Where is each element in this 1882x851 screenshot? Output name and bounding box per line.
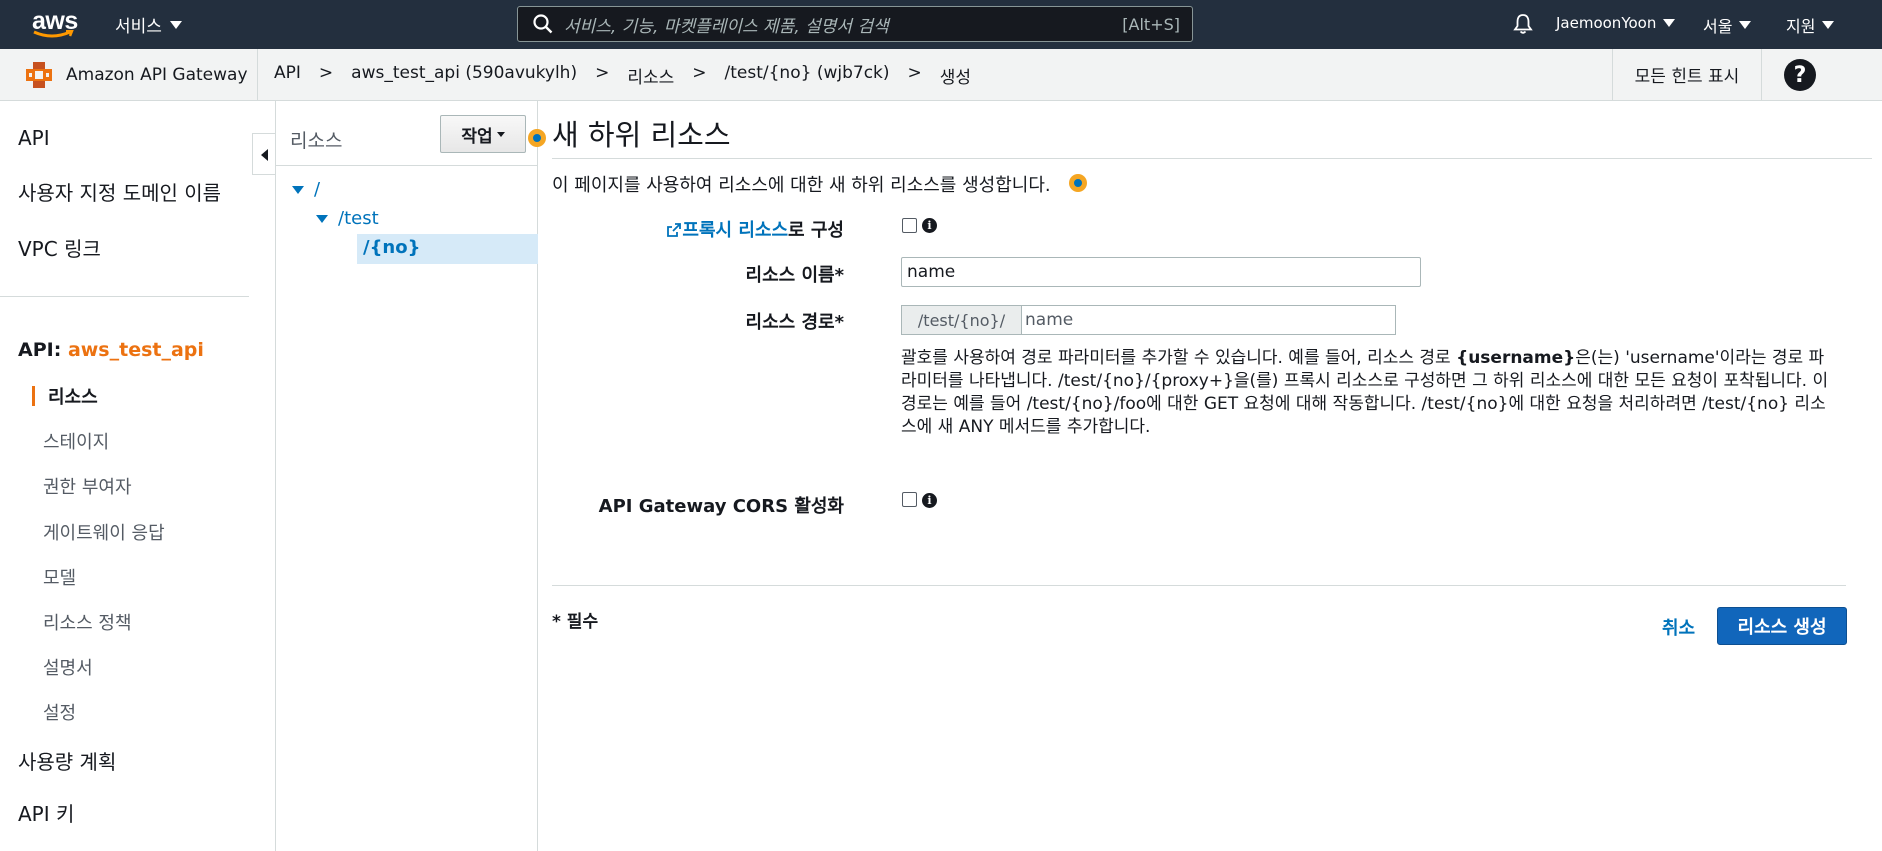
- chevron-down-icon: [1822, 21, 1835, 29]
- service-name: Amazon API Gateway: [66, 64, 248, 85]
- resource-name-input[interactable]: name: [901, 257, 1421, 287]
- api-prefix: API:: [18, 339, 62, 361]
- breadcrumb-item-create: 생성: [939, 68, 972, 88]
- nav-item-stages[interactable]: 스테이지: [43, 428, 109, 454]
- resource-tree-title: 리소스: [290, 130, 343, 152]
- info-icon[interactable]: i: [922, 218, 937, 233]
- search-bar[interactable]: 서비스, 기능, 마켓플레이스 제품, 설명서 검색 [Alt+S]: [517, 6, 1193, 42]
- service-home[interactable]: Amazon API Gateway: [0, 49, 258, 100]
- top-navigation: aws 서비스 서비스, 기능, 마켓플레이스 제품, 설명서 검색 [Alt+…: [0, 0, 1882, 49]
- resource-tree-panel: 리소스 작업 / /test /{no}: [275, 101, 538, 851]
- resource-path-input[interactable]: name: [1021, 305, 1396, 335]
- nav-item-custom-domain[interactable]: 사용자 지정 도메인 이름: [18, 177, 221, 206]
- nav-item-models[interactable]: 모델: [43, 564, 76, 590]
- api-gateway-icon: [26, 61, 52, 88]
- region-menu[interactable]: 서울: [1703, 13, 1752, 37]
- services-menu[interactable]: 서비스: [115, 12, 182, 37]
- support-menu[interactable]: 지원: [1786, 13, 1835, 37]
- user-name: JaemoonYoon: [1556, 14, 1657, 32]
- chevron-down-icon: [169, 20, 182, 29]
- api-name[interactable]: aws_test_api: [68, 339, 204, 361]
- help-icon[interactable]: ?: [1784, 59, 1816, 91]
- nav-item-resources[interactable]: 리소스: [48, 383, 98, 409]
- title-divider: [552, 158, 1872, 159]
- proxy-resource-checkbox[interactable]: [902, 218, 917, 233]
- resource-path-help: 괄호를 사용하여 경로 파라미터를 추가할 수 있습니다. 예를 들어, 리소스…: [901, 347, 1839, 439]
- expand-arrow-icon[interactable]: [316, 214, 328, 223]
- chevron-down-icon: [1663, 19, 1676, 27]
- breadcrumb-item-resources[interactable]: 리소스: [627, 63, 674, 88]
- aws-smile-icon: [33, 30, 74, 38]
- chevron-down-icon: [496, 131, 505, 137]
- tree-node-label: /: [314, 179, 321, 200]
- nav-item-vpc-link[interactable]: VPC 링크: [18, 233, 101, 262]
- tree-node-label: /{no}: [363, 237, 421, 258]
- tree-node-root[interactable]: /: [292, 179, 320, 200]
- actions-label: 작업: [461, 126, 493, 147]
- proxy-resource-label: 프록시 리소스로 구성: [666, 216, 844, 242]
- breadcrumb-separator: >: [595, 63, 610, 83]
- resource-path-label: 리소스 경로*: [745, 312, 844, 333]
- resource-path-prefix: /test/{no}/: [901, 305, 1021, 335]
- required-note: * 필수: [552, 612, 599, 632]
- search-input[interactable]: 서비스, 기능, 마켓플레이스 제품, 설명서 검색: [564, 12, 1122, 37]
- bell-icon[interactable]: [1511, 12, 1535, 36]
- active-indicator: [32, 386, 35, 406]
- help-text-bold: {username}: [1456, 348, 1576, 368]
- info-icon[interactable]: i: [922, 493, 937, 508]
- search-icon: [533, 14, 553, 34]
- external-link-icon: [667, 223, 682, 237]
- left-navigation: API 사용자 지정 도메인 이름 VPC 링크 API: aws_test_a…: [0, 101, 252, 851]
- breadcrumb-bar: Amazon API Gateway API > aws_test_api (5…: [0, 49, 1882, 101]
- user-menu[interactable]: JaemoonYoon: [1556, 14, 1676, 32]
- nav-item-resource-policy[interactable]: 리소스 정책: [43, 609, 132, 635]
- search-shortcut: [Alt+S]: [1122, 14, 1180, 34]
- region-name: 서울: [1703, 17, 1733, 36]
- nav-divider: [0, 296, 249, 297]
- services-label: 서비스: [115, 17, 162, 37]
- nav-item-gateway-responses[interactable]: 게이트웨이 응답: [43, 519, 165, 545]
- page-title: 새 하위 리소스: [552, 118, 731, 152]
- hint-marker-icon[interactable]: [528, 129, 546, 147]
- cors-checkbox[interactable]: [902, 492, 917, 507]
- tree-node-no-selected[interactable]: /{no}: [357, 234, 538, 264]
- nav-item-usage-plans[interactable]: 사용량 계획: [18, 746, 116, 775]
- resource-name-label: 리소스 이름*: [745, 265, 844, 286]
- tree-node-label: /test: [338, 208, 379, 229]
- page-description: 이 페이지를 사용하여 리소스에 대한 새 하위 리소스를 생성합니다.: [552, 175, 1051, 196]
- proxy-resource-link[interactable]: 프록시 리소스: [682, 220, 788, 241]
- proxy-resource-suffix: 로 구성: [788, 220, 844, 241]
- cors-label: API Gateway CORS 활성화: [598, 496, 844, 517]
- breadcrumb-separator: >: [318, 63, 334, 83]
- breadcrumb-separator: >: [907, 63, 922, 83]
- hint-marker-icon[interactable]: [1069, 174, 1087, 192]
- breadcrumb-item-resource[interactable]: /test/{no} (wjb7ck): [725, 63, 890, 88]
- collapse-sidebar-button[interactable]: [252, 133, 276, 175]
- tree-divider: [276, 165, 538, 166]
- expand-arrow-icon[interactable]: [292, 185, 304, 194]
- breadcrumb: API > aws_test_api (590avukylh) > 리소스 > …: [274, 63, 971, 88]
- nav-item-api[interactable]: API: [18, 126, 50, 150]
- show-all-hints-button[interactable]: 모든 힌트 표시: [1612, 49, 1762, 100]
- actions-button[interactable]: 작업: [440, 115, 526, 153]
- nav-item-settings[interactable]: 설정: [43, 699, 76, 725]
- nav-item-api-keys[interactable]: API 키: [18, 798, 74, 827]
- form-divider: [552, 585, 1846, 586]
- cancel-button[interactable]: 취소: [1662, 614, 1695, 640]
- current-api-heading: API: aws_test_api: [18, 339, 204, 361]
- chevron-left-icon: [261, 149, 268, 161]
- tree-node-test[interactable]: /test: [316, 208, 379, 229]
- breadcrumb-item-api-name[interactable]: aws_test_api (590avukylh): [351, 63, 577, 88]
- chevron-down-icon: [1739, 21, 1752, 29]
- nav-item-documentation[interactable]: 설명서: [43, 654, 93, 680]
- aws-logo[interactable]: aws: [30, 6, 78, 42]
- help-text-part: 괄호를 사용하여 경로 파라미터를 추가할 수 있습니다. 예를 들어, 리소스…: [901, 348, 1457, 368]
- nav-item-authorizers[interactable]: 권한 부여자: [43, 473, 132, 499]
- breadcrumb-separator: >: [692, 63, 707, 83]
- support-label: 지원: [1786, 17, 1816, 36]
- create-resource-button[interactable]: 리소스 생성: [1717, 607, 1847, 645]
- breadcrumb-item-api[interactable]: API: [274, 63, 301, 88]
